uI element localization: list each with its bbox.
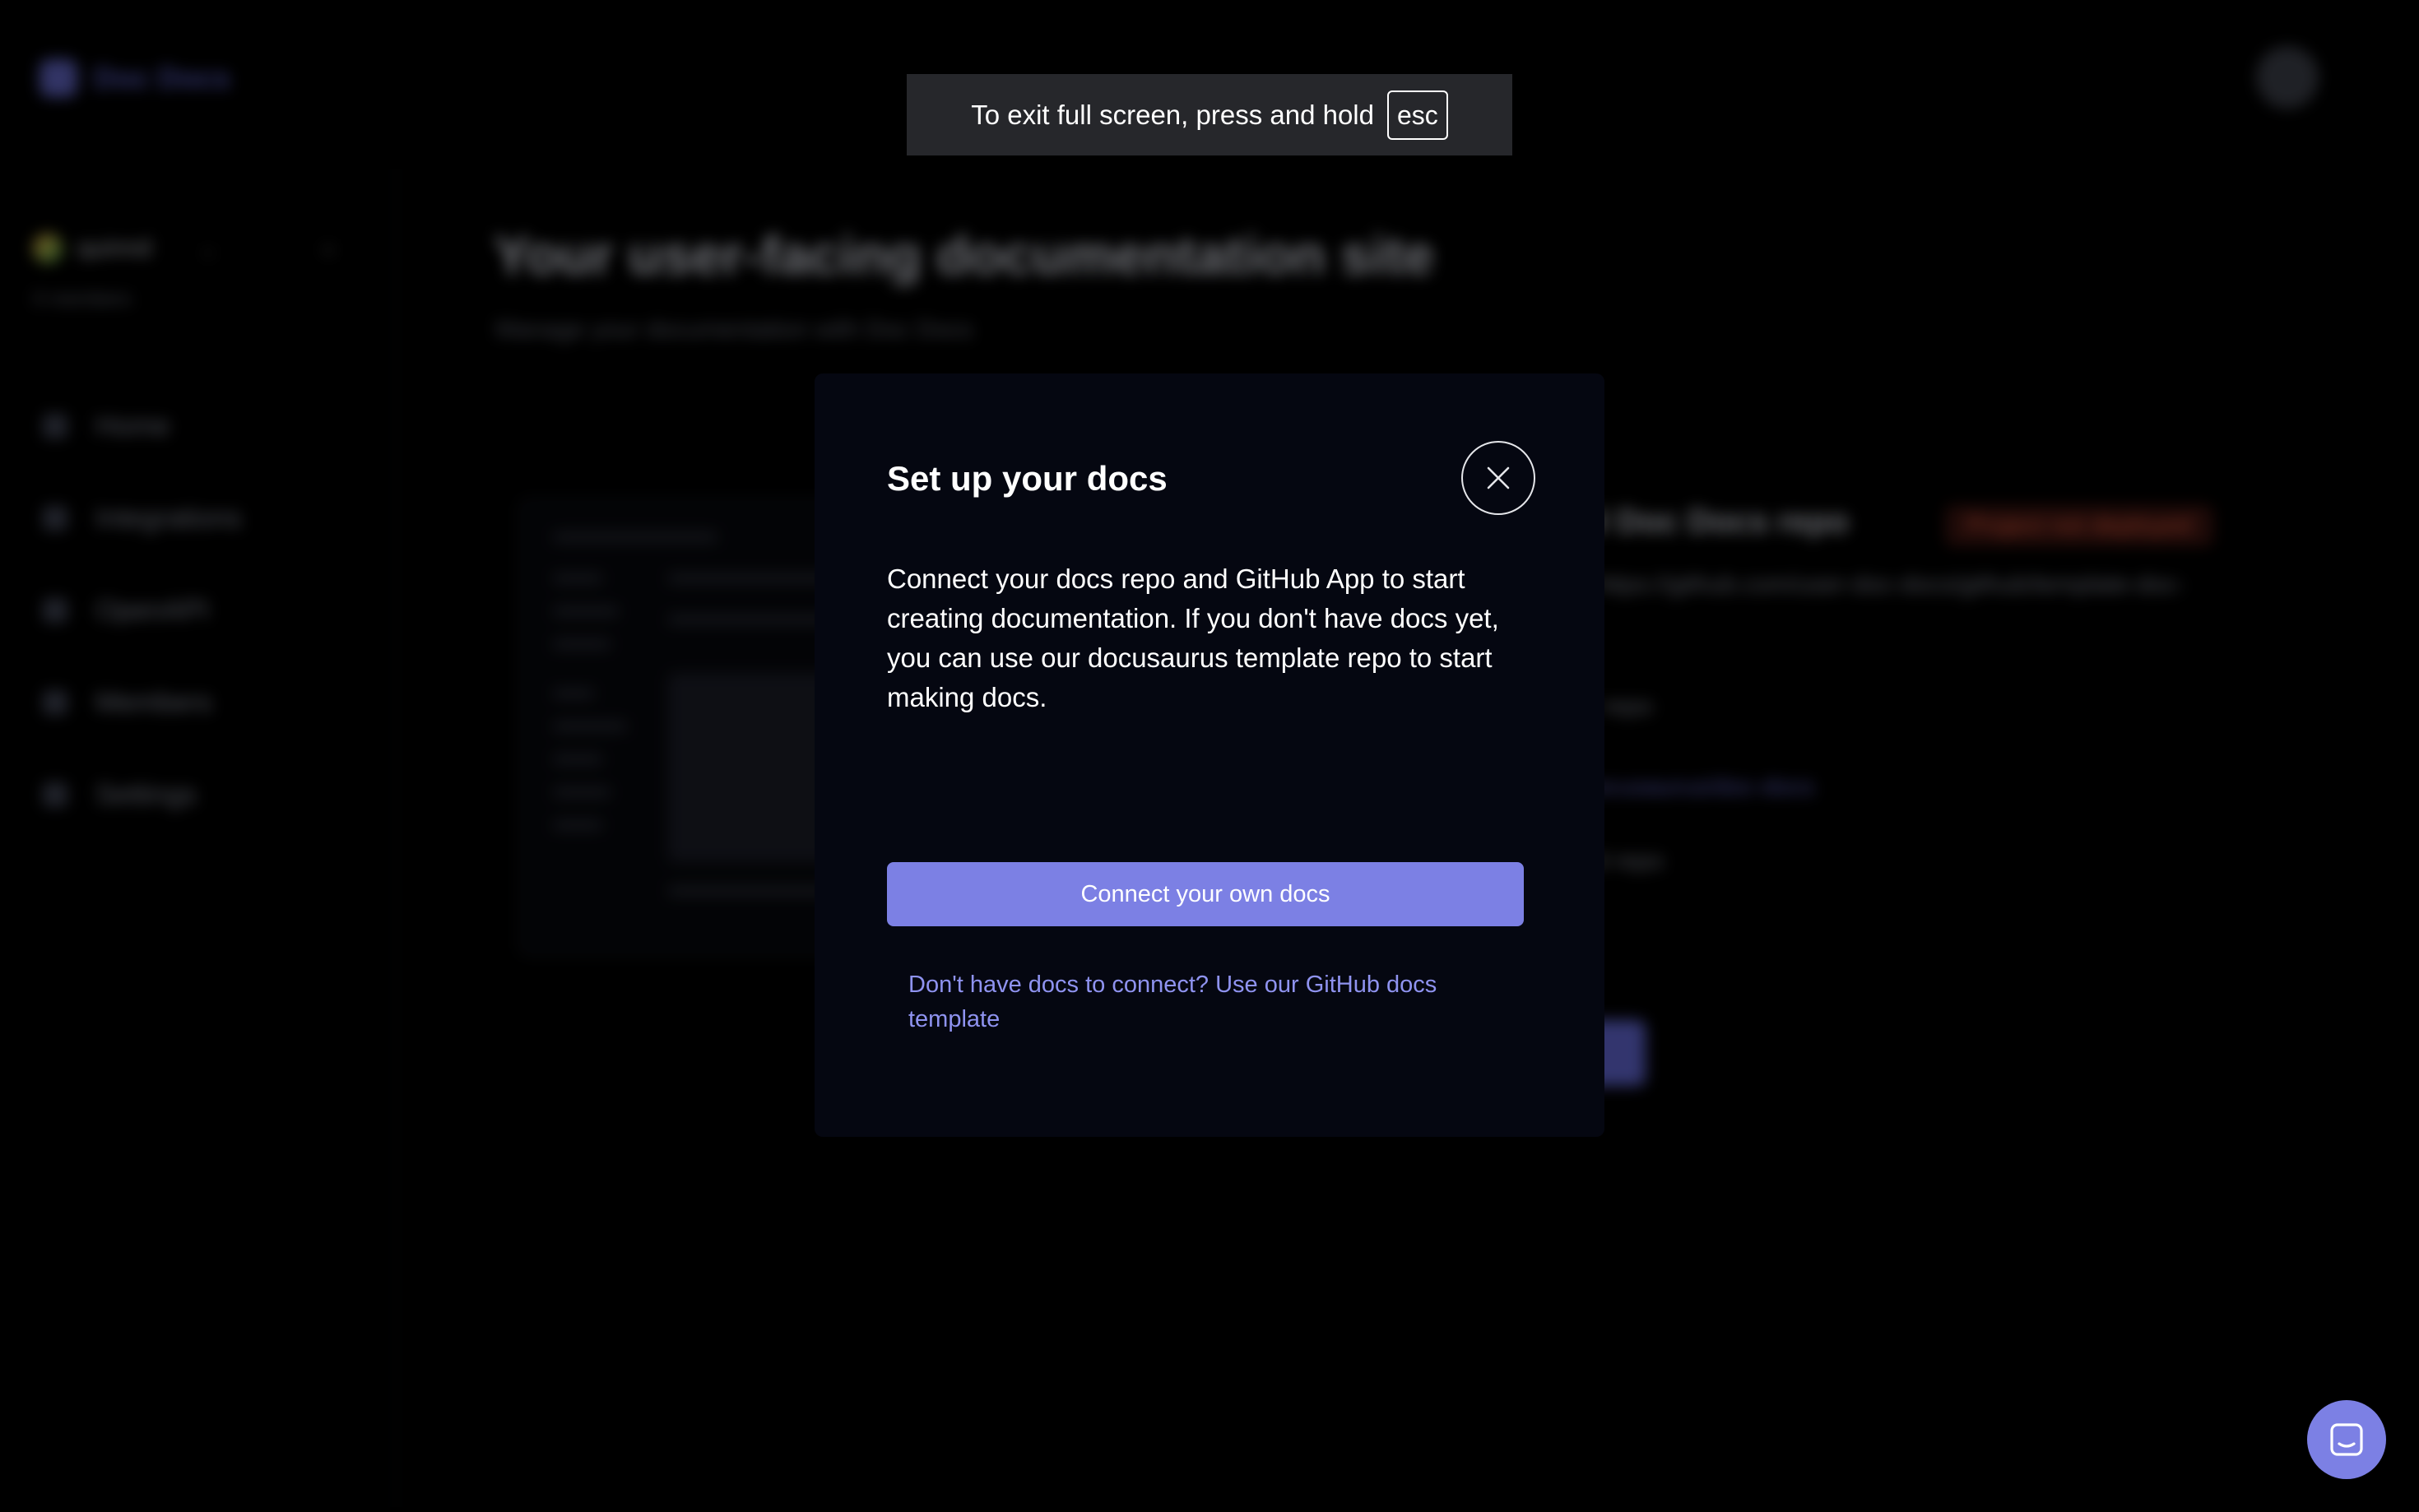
org-name: quinnd bbox=[77, 234, 152, 262]
collapse-icon: « bbox=[322, 235, 335, 261]
chat-icon bbox=[2330, 1423, 2363, 1456]
dialog-body: Connect your docs repo and GitHub App to… bbox=[887, 564, 1499, 712]
close-icon bbox=[1487, 466, 1510, 489]
connect-own-docs-button[interactable]: Connect your own docs bbox=[887, 862, 1524, 926]
dialog-title: Set up your docs bbox=[887, 459, 1168, 498]
card-title: al Doc Docs repo bbox=[1580, 503, 1849, 540]
sidebar-item-label: Integrations bbox=[95, 502, 242, 534]
sidebar-item-label: Home bbox=[95, 410, 170, 442]
org-switcher: quinnd ⌄ « bbox=[33, 234, 334, 263]
sidebar-item-home: Home bbox=[43, 380, 242, 472]
sidebar-item-integrations: Integrations bbox=[43, 472, 242, 564]
home-icon bbox=[43, 414, 67, 438]
logo-icon bbox=[39, 59, 77, 97]
org-avatar bbox=[33, 234, 63, 263]
use-template-link[interactable]: Don't have docs to connect? Use our GitH… bbox=[908, 967, 1501, 1037]
integrations-icon bbox=[43, 506, 67, 531]
sidebar: quinnd ⌄ « 0 members Home Integrations O… bbox=[0, 165, 397, 1512]
card-description: r https://github.com/user-doc-docs/githu… bbox=[1580, 571, 2185, 598]
user-avatar bbox=[2256, 46, 2319, 109]
screen: Doc Docs quinnd ⌄ « 0 members Home Integ… bbox=[0, 0, 2419, 1512]
page-title: Your user-facing documentation site bbox=[494, 225, 1434, 285]
status-badge: Project not deployed bbox=[1945, 505, 2213, 546]
sidebar-item-label: Members bbox=[95, 686, 212, 718]
chevron-down-icon: ⌄ bbox=[199, 235, 217, 261]
sidebar-item-members: Members bbox=[43, 656, 242, 749]
brand-logo: Doc Docs bbox=[39, 59, 230, 97]
members-icon bbox=[43, 690, 67, 715]
page-subtitle: Manage your documentation with Doc Docs bbox=[495, 316, 973, 343]
setup-docs-dialog: Set up your docs Connect your docs repo … bbox=[815, 373, 1604, 1137]
fullscreen-notice-text: To exit full screen, press and hold bbox=[971, 99, 1374, 130]
sidebar-nav: Home Integrations OpenAPI Members Settin… bbox=[43, 380, 242, 841]
fullscreen-exit-notice: To exit full screen, press and hold esc bbox=[907, 74, 1512, 155]
sidebar-item-label: OpenAPI bbox=[95, 594, 209, 626]
sidebar-item-label: Settings bbox=[95, 778, 197, 810]
brand-name: Doc Docs bbox=[94, 61, 231, 95]
card-link: docusaurus/doc-docs bbox=[1580, 773, 1815, 800]
sidebar-item-openapi: OpenAPI bbox=[43, 564, 242, 656]
sidebar-item-settings: Settings bbox=[43, 749, 242, 841]
settings-icon bbox=[43, 782, 67, 807]
org-members: 0 members bbox=[33, 288, 132, 310]
close-button[interactable] bbox=[1461, 441, 1535, 515]
openapi-icon bbox=[43, 598, 67, 623]
esc-key-hint: esc bbox=[1386, 90, 1448, 140]
chat-launcher-button[interactable] bbox=[2307, 1400, 2386, 1479]
